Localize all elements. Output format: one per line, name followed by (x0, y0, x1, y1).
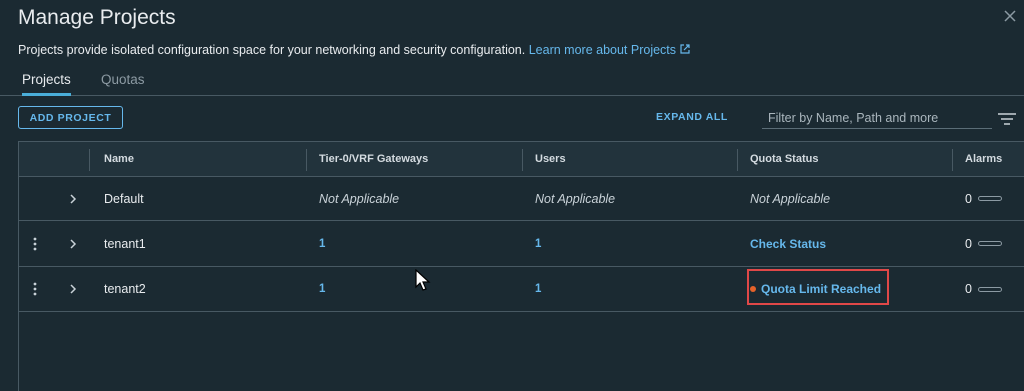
tab-projects[interactable]: Projects (22, 72, 71, 96)
project-name: Default (104, 191, 144, 206)
column-separator (522, 149, 523, 171)
column-header-gateways[interactable]: Tier-0/VRF Gateways (319, 142, 428, 176)
check-status-link[interactable]: Check Status (750, 221, 826, 266)
filter-lines-icon[interactable] (997, 112, 1017, 126)
alarm-count: 0 (965, 191, 972, 206)
expand-row-chevron-icon[interactable] (69, 177, 79, 220)
table-row: tenant1 1 1 Check Status 0 (19, 221, 1024, 267)
description-text: Projects provide isolated configuration … (18, 43, 526, 57)
alarm-bar (977, 241, 1002, 246)
alarms-cell: 0 (965, 177, 1002, 220)
learn-more-link[interactable]: Learn more about Projects (529, 43, 691, 57)
projects-datagrid: Name Tier-0/VRF Gateways Users Quota Sta… (18, 141, 1024, 391)
alarm-bar (977, 286, 1002, 292)
filter-input[interactable] (762, 107, 992, 129)
alert-dot-icon (750, 286, 756, 292)
column-header-alarms[interactable]: Alarms (965, 142, 1002, 176)
project-name: tenant2 (104, 282, 146, 296)
add-project-button[interactable]: ADD PROJECT (18, 106, 123, 129)
table-row: tenant2 1 1 Quota Limit Reached 0 (19, 267, 1024, 312)
alarms-cell: 0 (965, 221, 1002, 266)
column-separator (952, 149, 953, 171)
close-icon[interactable] (1002, 10, 1018, 26)
column-header-name[interactable]: Name (104, 142, 134, 176)
alarm-bar (977, 196, 1002, 201)
manage-projects-dialog: Manage Projects Projects provide isolate… (0, 0, 1024, 391)
expand-row-chevron-icon[interactable] (69, 267, 79, 311)
table-row: Default Not Applicable Not Applicable No… (19, 177, 1024, 221)
quota-status-label: Quota Limit Reached (761, 282, 882, 296)
tab-quotas[interactable]: Quotas (101, 72, 145, 96)
project-name: tenant1 (104, 236, 146, 251)
expand-row-chevron-icon[interactable] (69, 221, 79, 266)
tab-bar: Projects Quotas (0, 64, 1024, 96)
quota-status-value: Not Applicable (750, 191, 831, 206)
users-value: Not Applicable (535, 191, 616, 206)
column-header-users[interactable]: Users (535, 142, 566, 176)
quota-limit-reached-link[interactable]: Quota Limit Reached (750, 267, 881, 311)
gateways-count-link[interactable]: 1 (319, 221, 325, 266)
row-actions-icon[interactable] (33, 267, 43, 311)
alarm-count: 0 (965, 282, 972, 296)
column-header-quota-status[interactable]: Quota Status (750, 142, 818, 176)
dialog-description: Projects provide isolated configuration … (18, 43, 691, 57)
gateways-count-link[interactable]: 1 (319, 267, 325, 311)
expand-all-button[interactable]: EXPAND ALL (656, 111, 728, 123)
users-count-link[interactable]: 1 (535, 221, 541, 266)
gateways-value: Not Applicable (319, 191, 400, 206)
alarm-count: 0 (965, 236, 972, 251)
dialog-title: Manage Projects (18, 6, 176, 29)
external-link-icon (680, 44, 690, 54)
mouse-pointer-icon (415, 269, 431, 291)
column-separator (89, 149, 90, 171)
table-header-row: Name Tier-0/VRF Gateways Users Quota Sta… (19, 142, 1024, 177)
alarms-cell: 0 (965, 267, 1002, 311)
users-count-link[interactable]: 1 (535, 267, 541, 311)
learn-more-label: Learn more about Projects (528, 43, 677, 57)
column-separator (306, 149, 307, 171)
row-actions-icon[interactable] (33, 221, 43, 266)
column-separator (737, 149, 738, 171)
